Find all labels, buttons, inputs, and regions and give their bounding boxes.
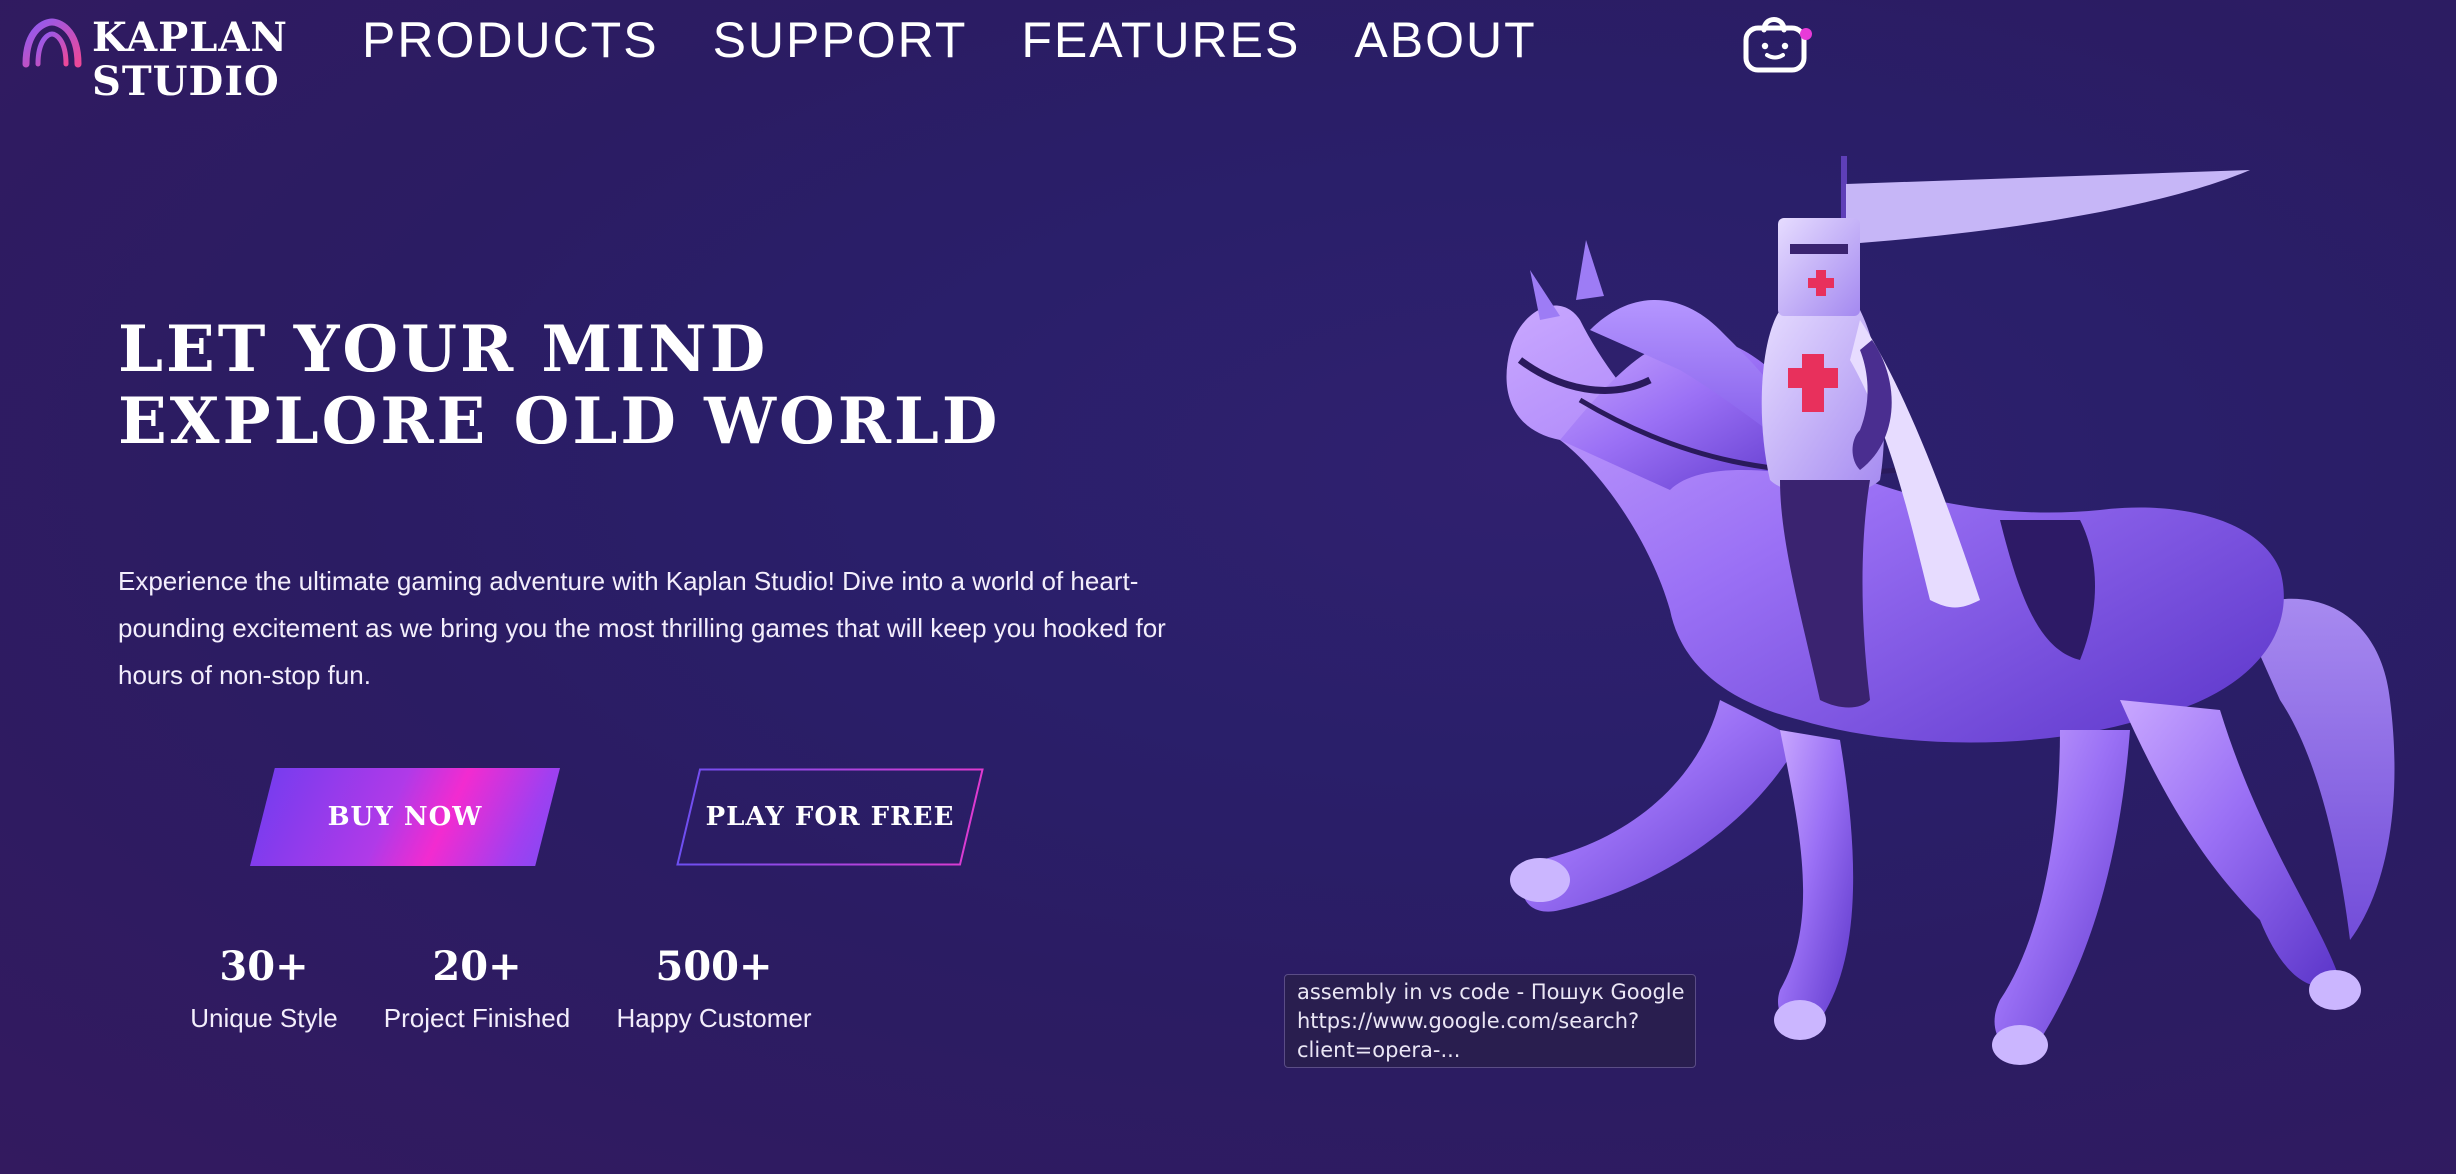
buy-now-button[interactable]: BUY NOW — [250, 768, 560, 866]
brand-logo[interactable]: KAPLAN STUDIO — [20, 16, 288, 104]
nav-support[interactable]: SUPPORT — [713, 10, 968, 70]
shopping-bag-icon[interactable] — [1740, 8, 1816, 74]
stat-label: Unique Style — [190, 1003, 338, 1033]
buy-now-label: BUY NOW — [327, 802, 483, 832]
hero-description: Experience the ultimate gaming adventure… — [118, 566, 1166, 690]
stat-label: Happy Customer — [616, 1003, 812, 1033]
hero-title-line1: LET YOUR MIND — [118, 312, 769, 387]
play-for-free-label: PLAY FOR FREE — [705, 802, 955, 832]
tooltip-url-continued: client=opera-... — [1297, 1038, 1461, 1062]
stat-happy-customer: 500+ Happy Customer — [604, 942, 824, 1038]
tooltip-title: assembly in vs code - Пошук Google — [1297, 980, 1685, 1004]
nav-features[interactable]: FEATURES — [1021, 10, 1300, 70]
brand-name-line2: STUDIO — [92, 58, 280, 105]
link-tooltip: assembly in vs code - Пошук Google https… — [1284, 974, 1696, 1068]
stat-value: 30+ — [219, 943, 309, 990]
stat-value: 20+ — [432, 943, 522, 990]
arch-logo-icon — [22, 18, 82, 68]
stat-project-finished: 20+ Project Finished — [372, 942, 582, 1038]
stat-label: Project Finished — [383, 1003, 571, 1033]
stat-value: 500+ — [655, 943, 773, 990]
play-for-free-button[interactable]: PLAY FOR FREE — [676, 768, 984, 866]
stat-unique-style: 30+ Unique Style — [174, 942, 354, 1038]
hero-title: LET YOUR MIND EXPLORE OLD WORLD — [118, 314, 1000, 458]
hero-title-line2: EXPLORE OLD WORLD — [118, 384, 1001, 459]
tooltip-url: https://www.google.com/search? — [1297, 1009, 1640, 1033]
cart-badge-dot — [1800, 28, 1812, 40]
nav-about[interactable]: ABOUT — [1354, 10, 1536, 70]
brand-name: KAPLAN STUDIO — [92, 16, 288, 104]
brand-name-line1: KAPLAN — [92, 14, 288, 61]
main-nav: PRODUCTS SUPPORT FEATURES ABOUT — [362, 10, 1537, 70]
nav-products[interactable]: PRODUCTS — [362, 10, 659, 70]
